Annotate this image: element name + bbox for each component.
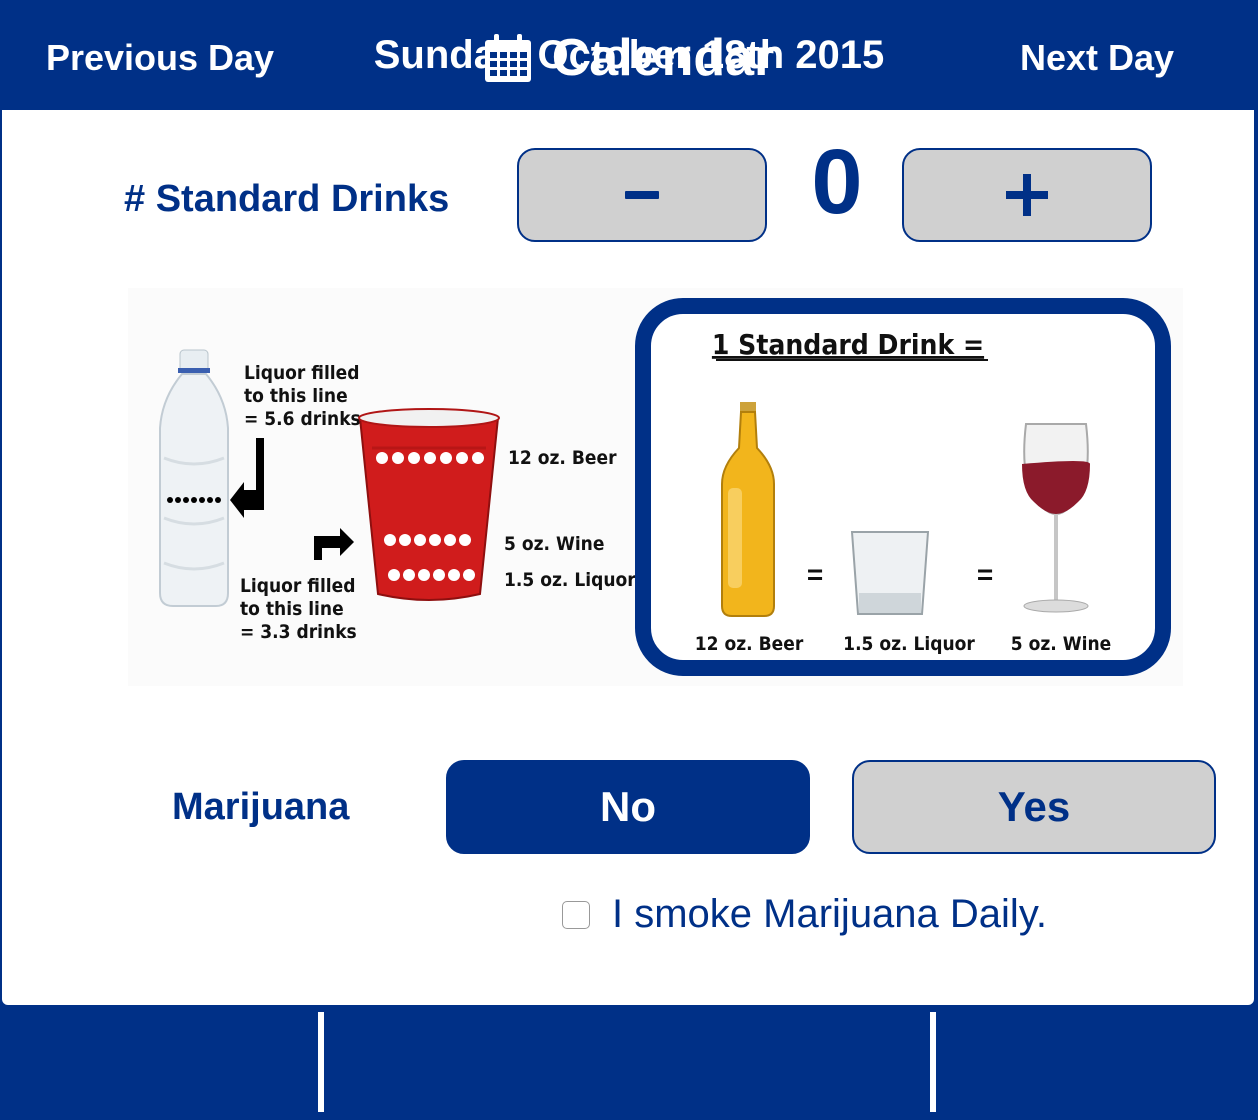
- bottle-lower-note-line3: = 3.3 drinks: [240, 621, 357, 643]
- daily-marijuana-label[interactable]: I smoke Marijuana Daily.: [612, 892, 1047, 937]
- next-day-button[interactable]: Next Day: [936, 0, 1258, 115]
- footer-divider: [930, 1012, 936, 1112]
- calendar-label: Calendar: [551, 28, 775, 87]
- calendar-button[interactable]: Calendar: [326, 0, 930, 115]
- box-item-beer: 12 oz. Beer: [695, 633, 804, 655]
- standard-drinks-label: # Standard Drinks: [124, 178, 450, 220]
- daily-marijuana-checkbox[interactable]: [562, 900, 590, 929]
- marijuana-no-button[interactable]: No: [446, 760, 810, 854]
- box-item-liquor: 1.5 oz. Liquor: [843, 633, 975, 655]
- plus-icon: [1006, 174, 1048, 216]
- cup-label-liquor: 1.5 oz. Liquor: [504, 569, 636, 591]
- box-item-wine: 5 oz. Wine: [1011, 633, 1111, 655]
- box-title: 1 Standard Drink =: [712, 328, 984, 361]
- minus-icon: [625, 191, 659, 199]
- calendar-icon: [484, 33, 531, 82]
- shot-glass-image: [850, 531, 930, 615]
- footer-divider: [318, 1012, 324, 1112]
- marijuana-yes-button[interactable]: Yes: [852, 760, 1216, 854]
- svg-text:12 oz. Beer 1.5 oz. Liquor: 12 oz. Beer 1.5 oz. Liquor 5 oz. Wine: [695, 633, 1111, 655]
- bottle-upper-note-line2: to this line: [244, 385, 348, 407]
- standard-drink-infographic: Liquor filled to this line = 5.6 drinks …: [128, 288, 1183, 686]
- next-day-label: Next Day: [1019, 36, 1175, 78]
- footer-nav: [0, 1005, 1258, 1120]
- bottle-lower-note-line2: to this line: [240, 598, 344, 620]
- daily-marijuana-option[interactable]: I smoke Marijuana Daily.: [562, 892, 1047, 937]
- bottle-upper-note-line1: Liquor filled: [244, 362, 360, 384]
- drink-count: 0: [811, 131, 863, 233]
- red-cup-image: [358, 408, 500, 601]
- bottle-upper-note-line3: = 5.6 drinks: [244, 408, 361, 430]
- cup-label-beer: 12 oz. Beer: [508, 447, 617, 469]
- previous-day-label: Previous Day: [45, 36, 275, 78]
- cup-label-wine: 5 oz. Wine: [504, 533, 604, 555]
- marijuana-label: Marijuana: [172, 786, 350, 828]
- increment-button[interactable]: [902, 148, 1152, 242]
- equals-sign-2: =: [977, 559, 993, 590]
- previous-day-button[interactable]: Previous Day: [0, 0, 320, 115]
- bottle-lower-note-line1: Liquor filled: [240, 575, 356, 597]
- decrement-button[interactable]: [517, 148, 767, 242]
- equals-sign-1: =: [807, 559, 823, 590]
